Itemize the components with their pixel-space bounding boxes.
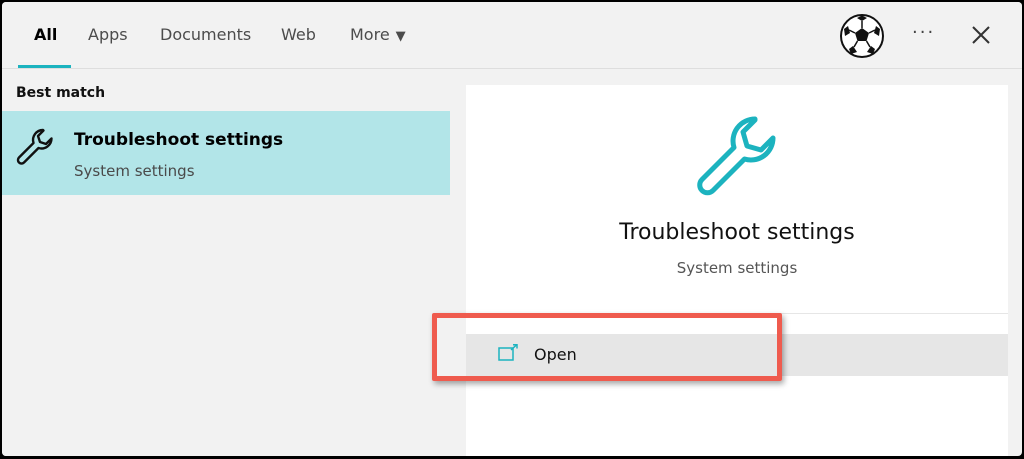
open-button[interactable]: Open <box>466 334 1008 376</box>
ellipsis-icon[interactable]: ··· <box>912 22 935 43</box>
tab-web[interactable]: Web <box>281 25 316 44</box>
wrench-icon <box>697 116 776 196</box>
close-icon[interactable] <box>968 22 994 48</box>
open-label: Open <box>534 345 577 364</box>
active-tab-indicator <box>18 65 71 68</box>
divider <box>466 313 1008 314</box>
tab-documents[interactable]: Documents <box>160 25 251 44</box>
best-match-heading: Best match <box>16 85 106 101</box>
result-troubleshoot-settings[interactable]: Troubleshoot settings System settings <box>2 111 450 195</box>
tab-more[interactable]: More ▼ <box>350 25 406 44</box>
search-window: All Apps Documents Web More ▼ ··· Best m… <box>2 2 1022 456</box>
detail-pane: Troubleshoot settings System settings Op… <box>466 85 1008 456</box>
wrench-icon <box>16 128 53 165</box>
soccer-ball-icon <box>840 14 884 58</box>
open-window-icon <box>498 344 518 361</box>
tab-more-label: More <box>350 25 390 44</box>
caret-down-icon: ▼ <box>395 29 406 44</box>
result-title: Troubleshoot settings <box>74 130 284 150</box>
detail-title: Troubleshoot settings <box>619 220 855 245</box>
tab-all[interactable]: All <box>34 25 57 44</box>
avatar[interactable] <box>839 13 885 59</box>
tab-apps[interactable]: Apps <box>88 25 128 44</box>
search-tabs-bar: All Apps Documents Web More ▼ ··· <box>2 2 1022 69</box>
result-subtitle: System settings <box>74 162 195 180</box>
detail-subtitle: System settings <box>676 259 798 277</box>
results-pane: Best match Troubleshoot settings System … <box>2 69 450 456</box>
